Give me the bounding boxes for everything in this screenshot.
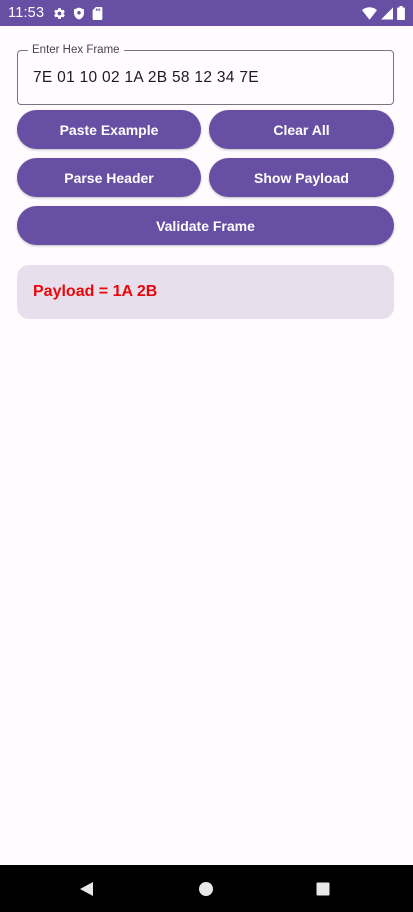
paste-example-button[interactable]: Paste Example xyxy=(17,110,201,149)
status-bar: 11:53 xyxy=(0,0,413,26)
parse-header-button[interactable]: Parse Header xyxy=(17,158,201,197)
navigation-bar xyxy=(0,865,413,912)
cell-signal-icon xyxy=(381,7,393,20)
battery-icon xyxy=(397,6,405,20)
show-payload-button[interactable]: Show Payload xyxy=(209,158,394,197)
wifi-icon xyxy=(362,6,377,20)
clear-all-button[interactable]: Clear All xyxy=(209,110,394,149)
hex-frame-input[interactable] xyxy=(33,51,383,104)
hex-frame-field: Enter Hex Frame xyxy=(17,43,394,105)
status-right-icons xyxy=(362,6,405,20)
validate-frame-button[interactable]: Validate Frame xyxy=(17,206,394,245)
sd-card-icon xyxy=(92,6,103,20)
result-card: Payload = 1A 2B xyxy=(17,265,394,319)
back-icon[interactable] xyxy=(78,881,94,902)
shield-icon xyxy=(73,7,85,20)
recents-icon[interactable] xyxy=(315,881,331,902)
status-time: 11:53 xyxy=(8,5,45,21)
gear-icon xyxy=(53,7,66,20)
home-icon[interactable] xyxy=(198,881,214,902)
app-screen: 11:53 Enter Hex Frame 7E 01 10 02 1A 2B … xyxy=(0,0,413,912)
status-left-icons xyxy=(53,6,103,20)
result-text: Payload = 1A 2B xyxy=(33,283,158,300)
